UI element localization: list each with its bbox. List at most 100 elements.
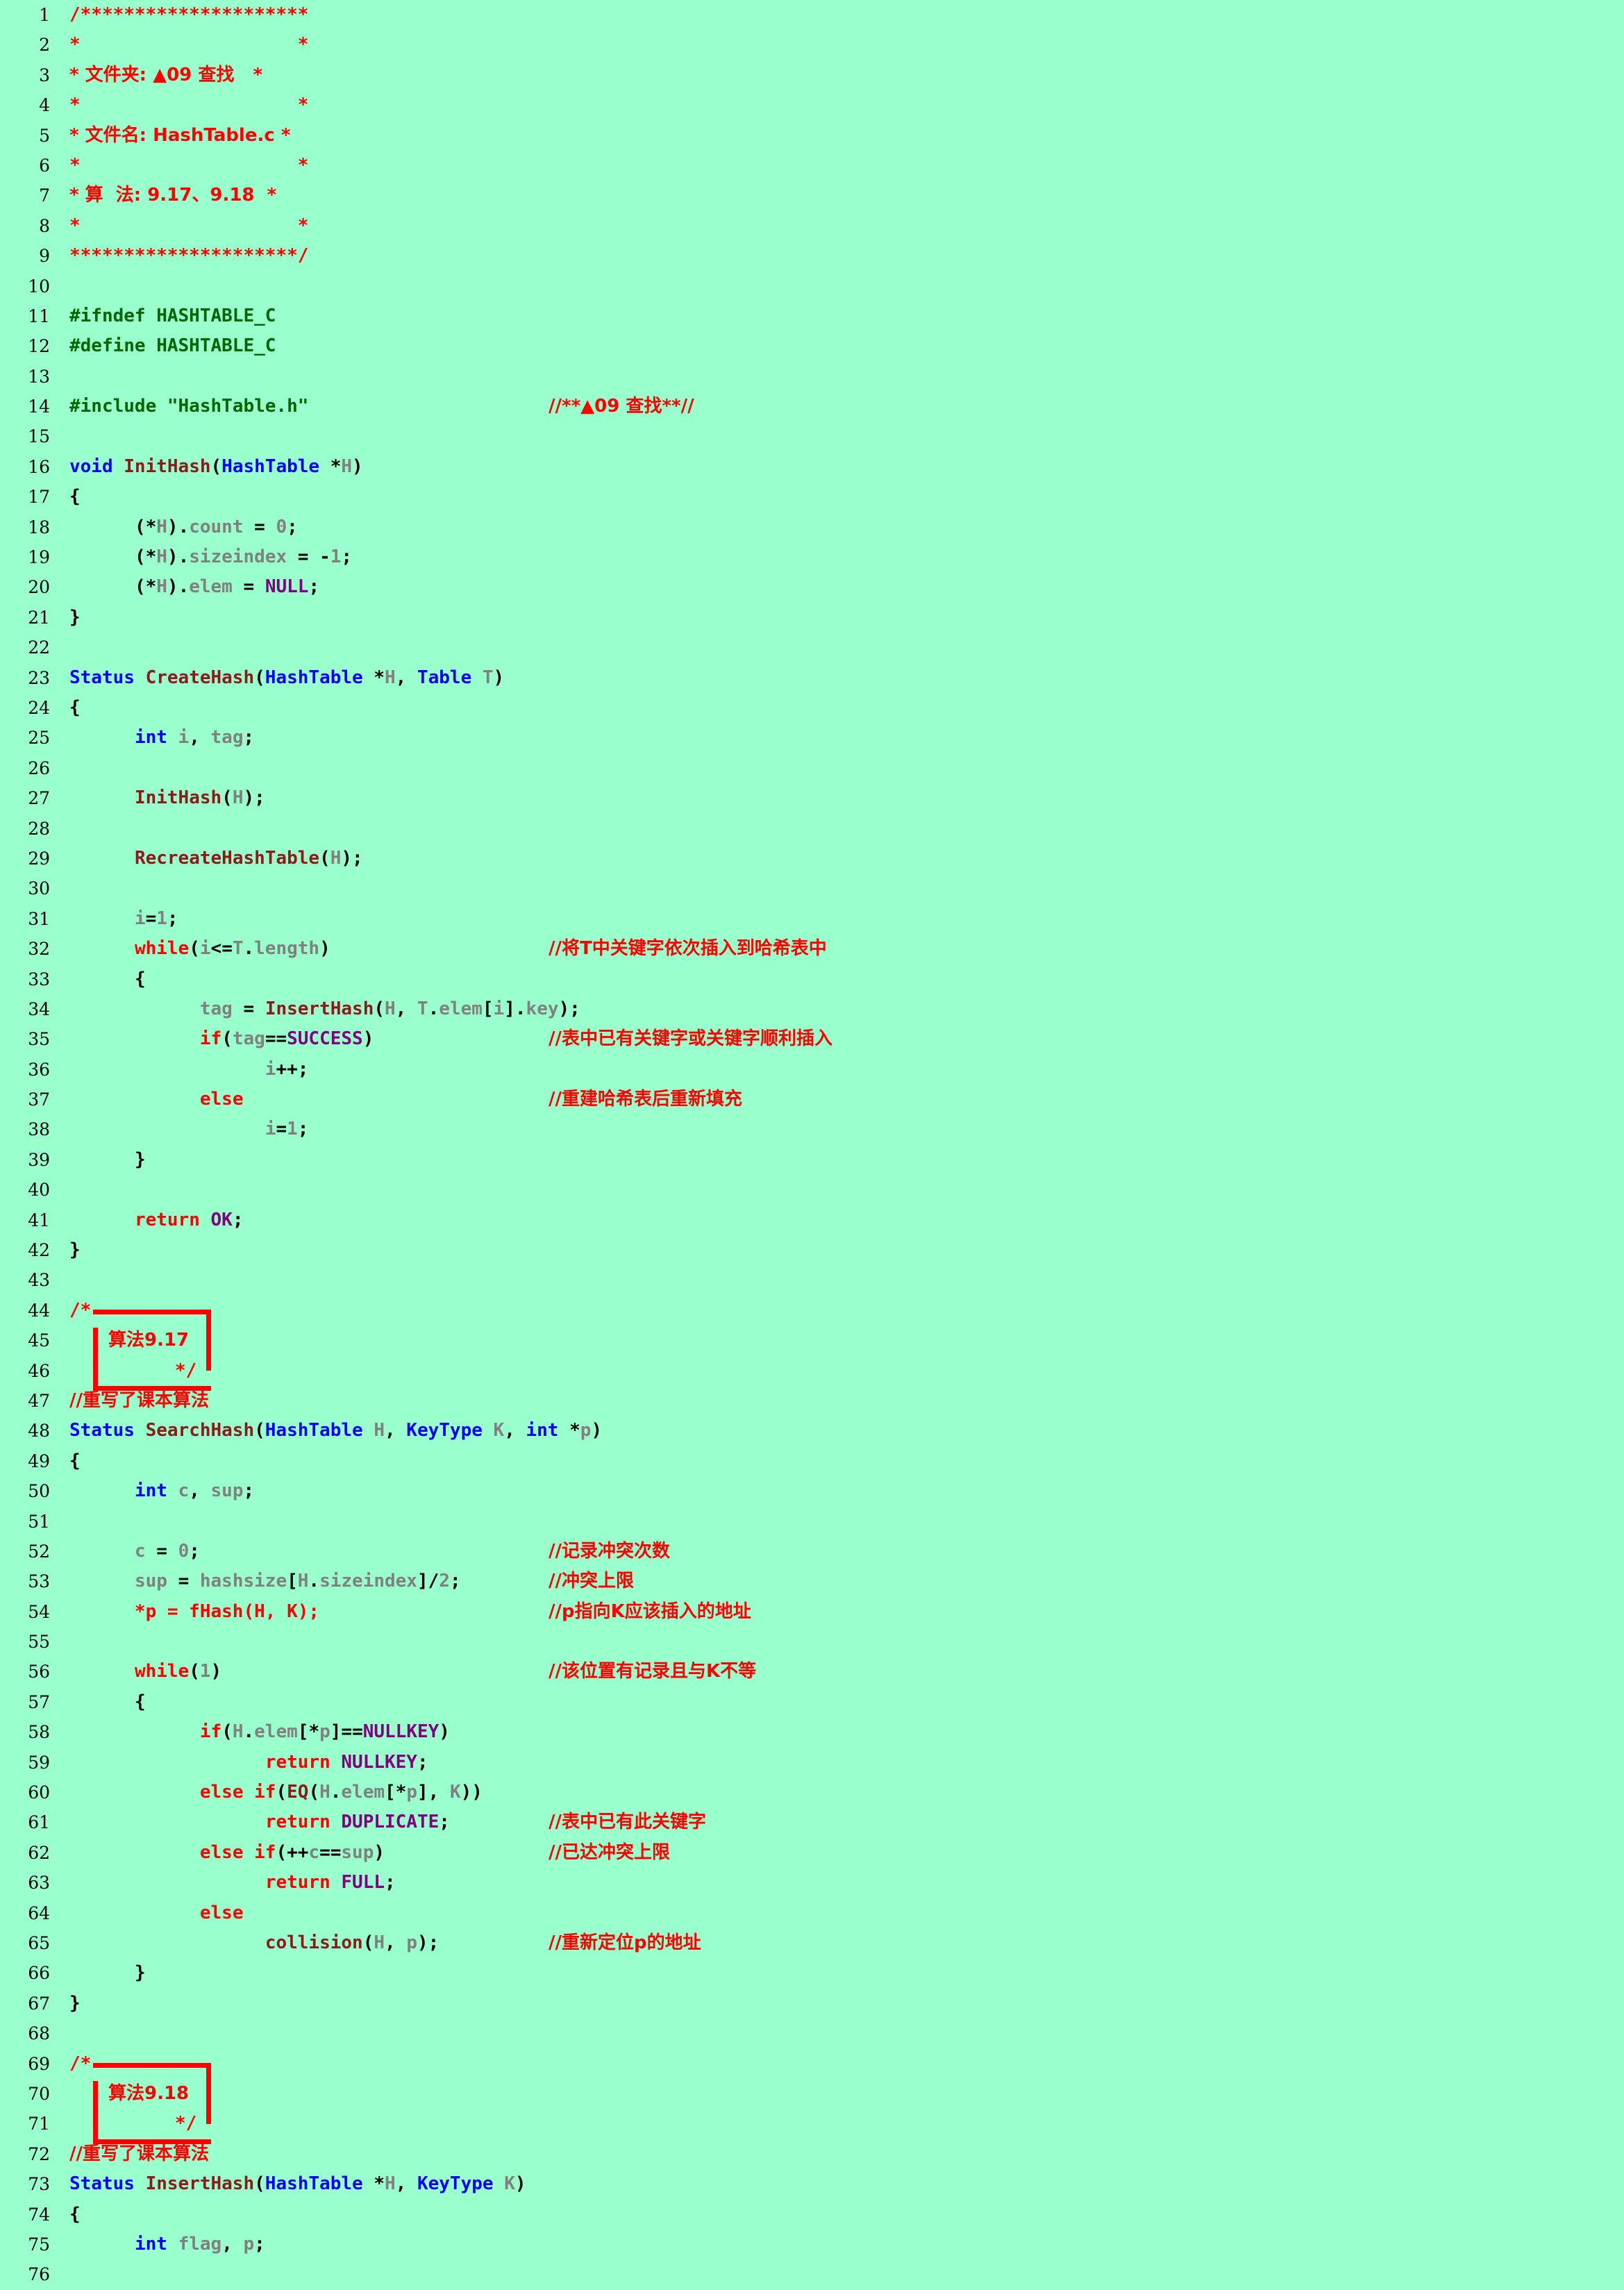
line-number: 37 (28, 1089, 50, 1110)
code-text: } (134, 1148, 146, 1170)
box-border-segment (93, 2139, 211, 2145)
code-line: 19 (*H).sizeindex = -1; (0, 542, 1624, 572)
code-line: 42} (0, 1235, 1624, 1265)
trailing-comment: //冲突上限 (549, 1571, 634, 1592)
code-text: (*H).count = 0; (134, 516, 298, 537)
line-number: 26 (28, 758, 50, 778)
line-number: 67 (28, 1993, 50, 2014)
code-text: if(H.elem[*p]==NULLKEY) (199, 1721, 450, 1743)
line-number: 2 (39, 35, 50, 56)
line-number: 63 (28, 1873, 50, 1894)
line-number: 14 (28, 396, 50, 417)
line-number: 71 (28, 2114, 50, 2134)
code-line: 36 i++; (0, 1055, 1624, 1085)
code-line: 51 (0, 1507, 1624, 1537)
line-number: 73 (28, 2174, 50, 2195)
code-text: Status InsertHash(HashTable *H, KeyType … (69, 2173, 526, 2195)
code-line: 48 Status SearchHash(HashTable H, KeyType… (0, 1416, 1624, 1446)
line-number: 57 (28, 1691, 50, 1712)
code-text: * * (69, 34, 309, 56)
code-line: 59 return NULLKEY; (0, 1748, 1624, 1778)
line-number: 60 (28, 1782, 50, 1803)
line-number: 17 (28, 487, 50, 508)
code-line: 21} (0, 603, 1624, 633)
code-text: i=1; (265, 1119, 309, 1140)
code-line: 30 (0, 874, 1624, 903)
line-number: 50 (28, 1481, 50, 1502)
code-line: 68 (0, 2019, 1624, 2048)
code-line: 34 tag = InsertHash(H, T.elem[i].key); (0, 994, 1624, 1024)
code-line: 29 RecreateHashTable(H); (0, 844, 1624, 874)
trailing-comment: //该位置有记录且与K不等 (549, 1661, 757, 1682)
code-line: 2 * * (0, 30, 1624, 60)
line-number: 59 (28, 1752, 50, 1773)
code-text: else (199, 1902, 244, 1923)
code-text: i++; (265, 1058, 309, 1080)
line-number: 55 (28, 1632, 50, 1653)
line-number: 76 (28, 2264, 50, 2285)
line-number: 12 (28, 336, 50, 357)
line-number: 16 (28, 456, 50, 477)
algorithm-marker-label: 算法9.17 (108, 1330, 190, 1351)
code-line: 70 算法9.18 (0, 2079, 1624, 2109)
trailing-comment: //表中已有此关键字 (549, 1812, 706, 1833)
code-text: int flag, p; (134, 2233, 265, 2255)
line-number: 58 (28, 1722, 50, 1743)
line-number: 28 (28, 818, 50, 839)
line-number: 72 (28, 2143, 50, 2164)
line-number: 44 (28, 1300, 50, 1321)
code-text: tag = InsertHash(H, T.elem[i].key); (199, 998, 580, 1019)
code-line: 44 /* (0, 1296, 1624, 1326)
code-text: *p = fHash(H, K); (69, 1601, 320, 1622)
code-line: 75 int flag, p; (0, 2230, 1624, 2259)
code-line: 3 * 文件夹: ▲09 查找 * (0, 60, 1624, 90)
code-line: 25 int i, tag; (0, 723, 1624, 753)
code-line: 39 } (0, 1145, 1624, 1175)
code-text: } (69, 606, 81, 628)
code-line: 24 { (0, 693, 1624, 723)
code-line: 55 (0, 1627, 1624, 1657)
line-number: 69 (28, 2053, 50, 2074)
code-line: 8 * * (0, 211, 1624, 241)
line-number: 30 (28, 878, 50, 899)
code-line: 33 { (0, 964, 1624, 994)
line-number: 45 (28, 1330, 50, 1351)
line-number: 53 (28, 1571, 50, 1592)
code-line: 14 #include "HashTable.h" //**▲09 查找**// (0, 392, 1624, 421)
line-number: 23 (28, 667, 50, 688)
line-number: 4 (39, 95, 50, 116)
code-text: #include "HashTable.h" (69, 396, 309, 417)
code-line: 11 #ifndef HASHTABLE_C (0, 301, 1624, 331)
line-number: 43 (28, 1270, 50, 1291)
line-number: 40 (28, 1180, 50, 1201)
code-text: * * (69, 215, 309, 236)
line-number: 36 (28, 1059, 50, 1080)
code-line: 1 /********************* (0, 0, 1624, 30)
code-line: 57 { (0, 1687, 1624, 1717)
line-number: 20 (28, 577, 50, 598)
code-text: * 文件名: HashTable.c * (69, 124, 291, 146)
code-text: } (69, 1992, 81, 2014)
code-line: 65 collision(H, p); //重新定位p的地址 (0, 1928, 1624, 1958)
code-line: 4 * * (0, 90, 1624, 120)
line-number: 15 (28, 426, 50, 447)
trailing-comment: //重建哈希表后重新填充 (549, 1089, 742, 1110)
line-number: 64 (28, 1903, 50, 1923)
code-line: 26 (0, 753, 1624, 783)
code-text: { (69, 486, 81, 508)
code-line: 27 InitHash(H); (0, 783, 1624, 813)
line-number: 68 (28, 2023, 50, 2044)
code-line: 64 else (0, 1898, 1624, 1928)
code-line: 12 #define HASHTABLE_C (0, 331, 1624, 361)
line-number: 13 (28, 366, 50, 387)
line-number: 54 (28, 1601, 50, 1622)
line-number: 39 (28, 1149, 50, 1170)
line-number: 7 (39, 185, 50, 206)
code-text: { (69, 1450, 81, 1471)
code-line: 67} (0, 1989, 1624, 2019)
code-text: c = 0; (134, 1540, 200, 1562)
code-text: { (69, 2203, 81, 2225)
line-number: 42 (28, 1240, 50, 1261)
code-line: 38 i=1; (0, 1114, 1624, 1144)
line-number: 48 (28, 1421, 50, 1441)
